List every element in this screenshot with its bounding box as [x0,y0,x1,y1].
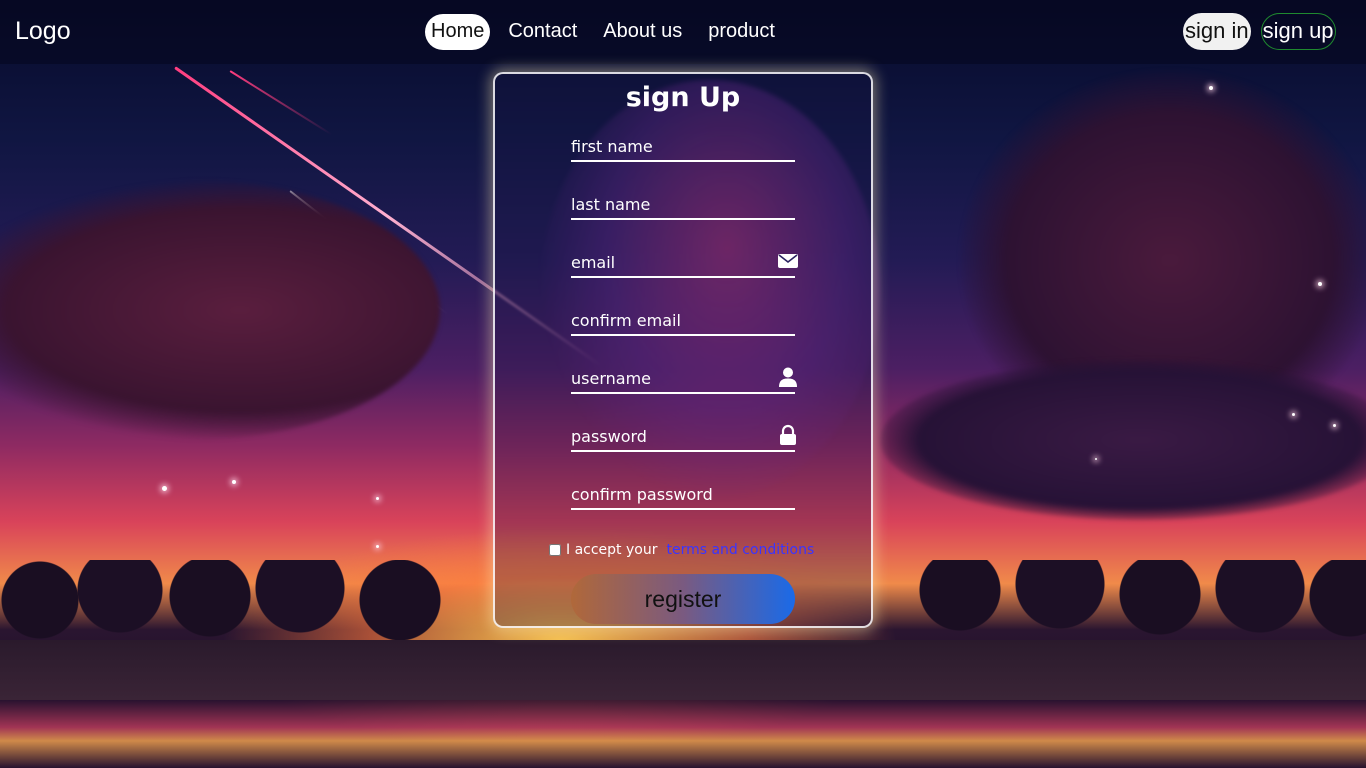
confirm-email-input[interactable] [571,306,795,334]
register-button[interactable]: register [571,574,795,624]
first-name-input[interactable] [571,132,795,160]
lock-icon [780,424,796,445]
star [1292,413,1295,416]
nav-link-contact[interactable]: Contact [500,14,585,50]
user-icon [779,367,797,387]
star [376,545,379,548]
cloud [960,70,1366,450]
water-reflection [0,700,1366,768]
navbar: Logo Home Contact About us product sign … [0,0,1366,64]
auth-buttons: sign in sign up [1183,13,1336,50]
form-title: sign Up [625,82,741,113]
email-input[interactable] [571,248,795,276]
cloud [0,180,440,440]
sign-in-button[interactable]: sign in [1183,13,1251,50]
ground [0,640,1366,700]
terms-label: I accept your [566,542,658,558]
meteor-streak [289,190,449,315]
username-input[interactable] [571,364,795,392]
last-name-input[interactable] [571,190,795,218]
email-field [571,248,798,278]
nav-link-about-us[interactable]: About us [595,14,690,50]
last-name-field [571,190,795,220]
meteor-streak [229,70,333,136]
password-field [571,422,796,452]
logo[interactable]: Logo [15,17,71,46]
sign-up-button[interactable]: sign up [1260,13,1336,50]
terms-row: I accept your terms and conditions [549,542,814,558]
star [376,497,379,500]
terms-checkbox[interactable] [549,544,561,556]
star [232,480,236,484]
star [1095,458,1097,460]
username-field [571,364,797,394]
cloud [880,360,1366,520]
confirm-password-input[interactable] [571,480,795,508]
signup-form: sign Up I accept your terms [493,72,873,628]
star [162,486,167,491]
confirm-email-field [571,306,795,336]
nav-link-home[interactable]: Home [425,14,491,50]
nav-link-product[interactable]: product [700,14,783,50]
terms-link[interactable]: terms and conditions [666,542,814,558]
star [1333,424,1336,427]
confirm-password-field [571,480,795,510]
first-name-field [571,132,795,162]
password-input[interactable] [571,422,795,450]
nav-links: Home Contact About us product [425,14,783,50]
star [1209,86,1213,90]
envelope-icon [778,254,798,268]
star [1318,282,1322,286]
